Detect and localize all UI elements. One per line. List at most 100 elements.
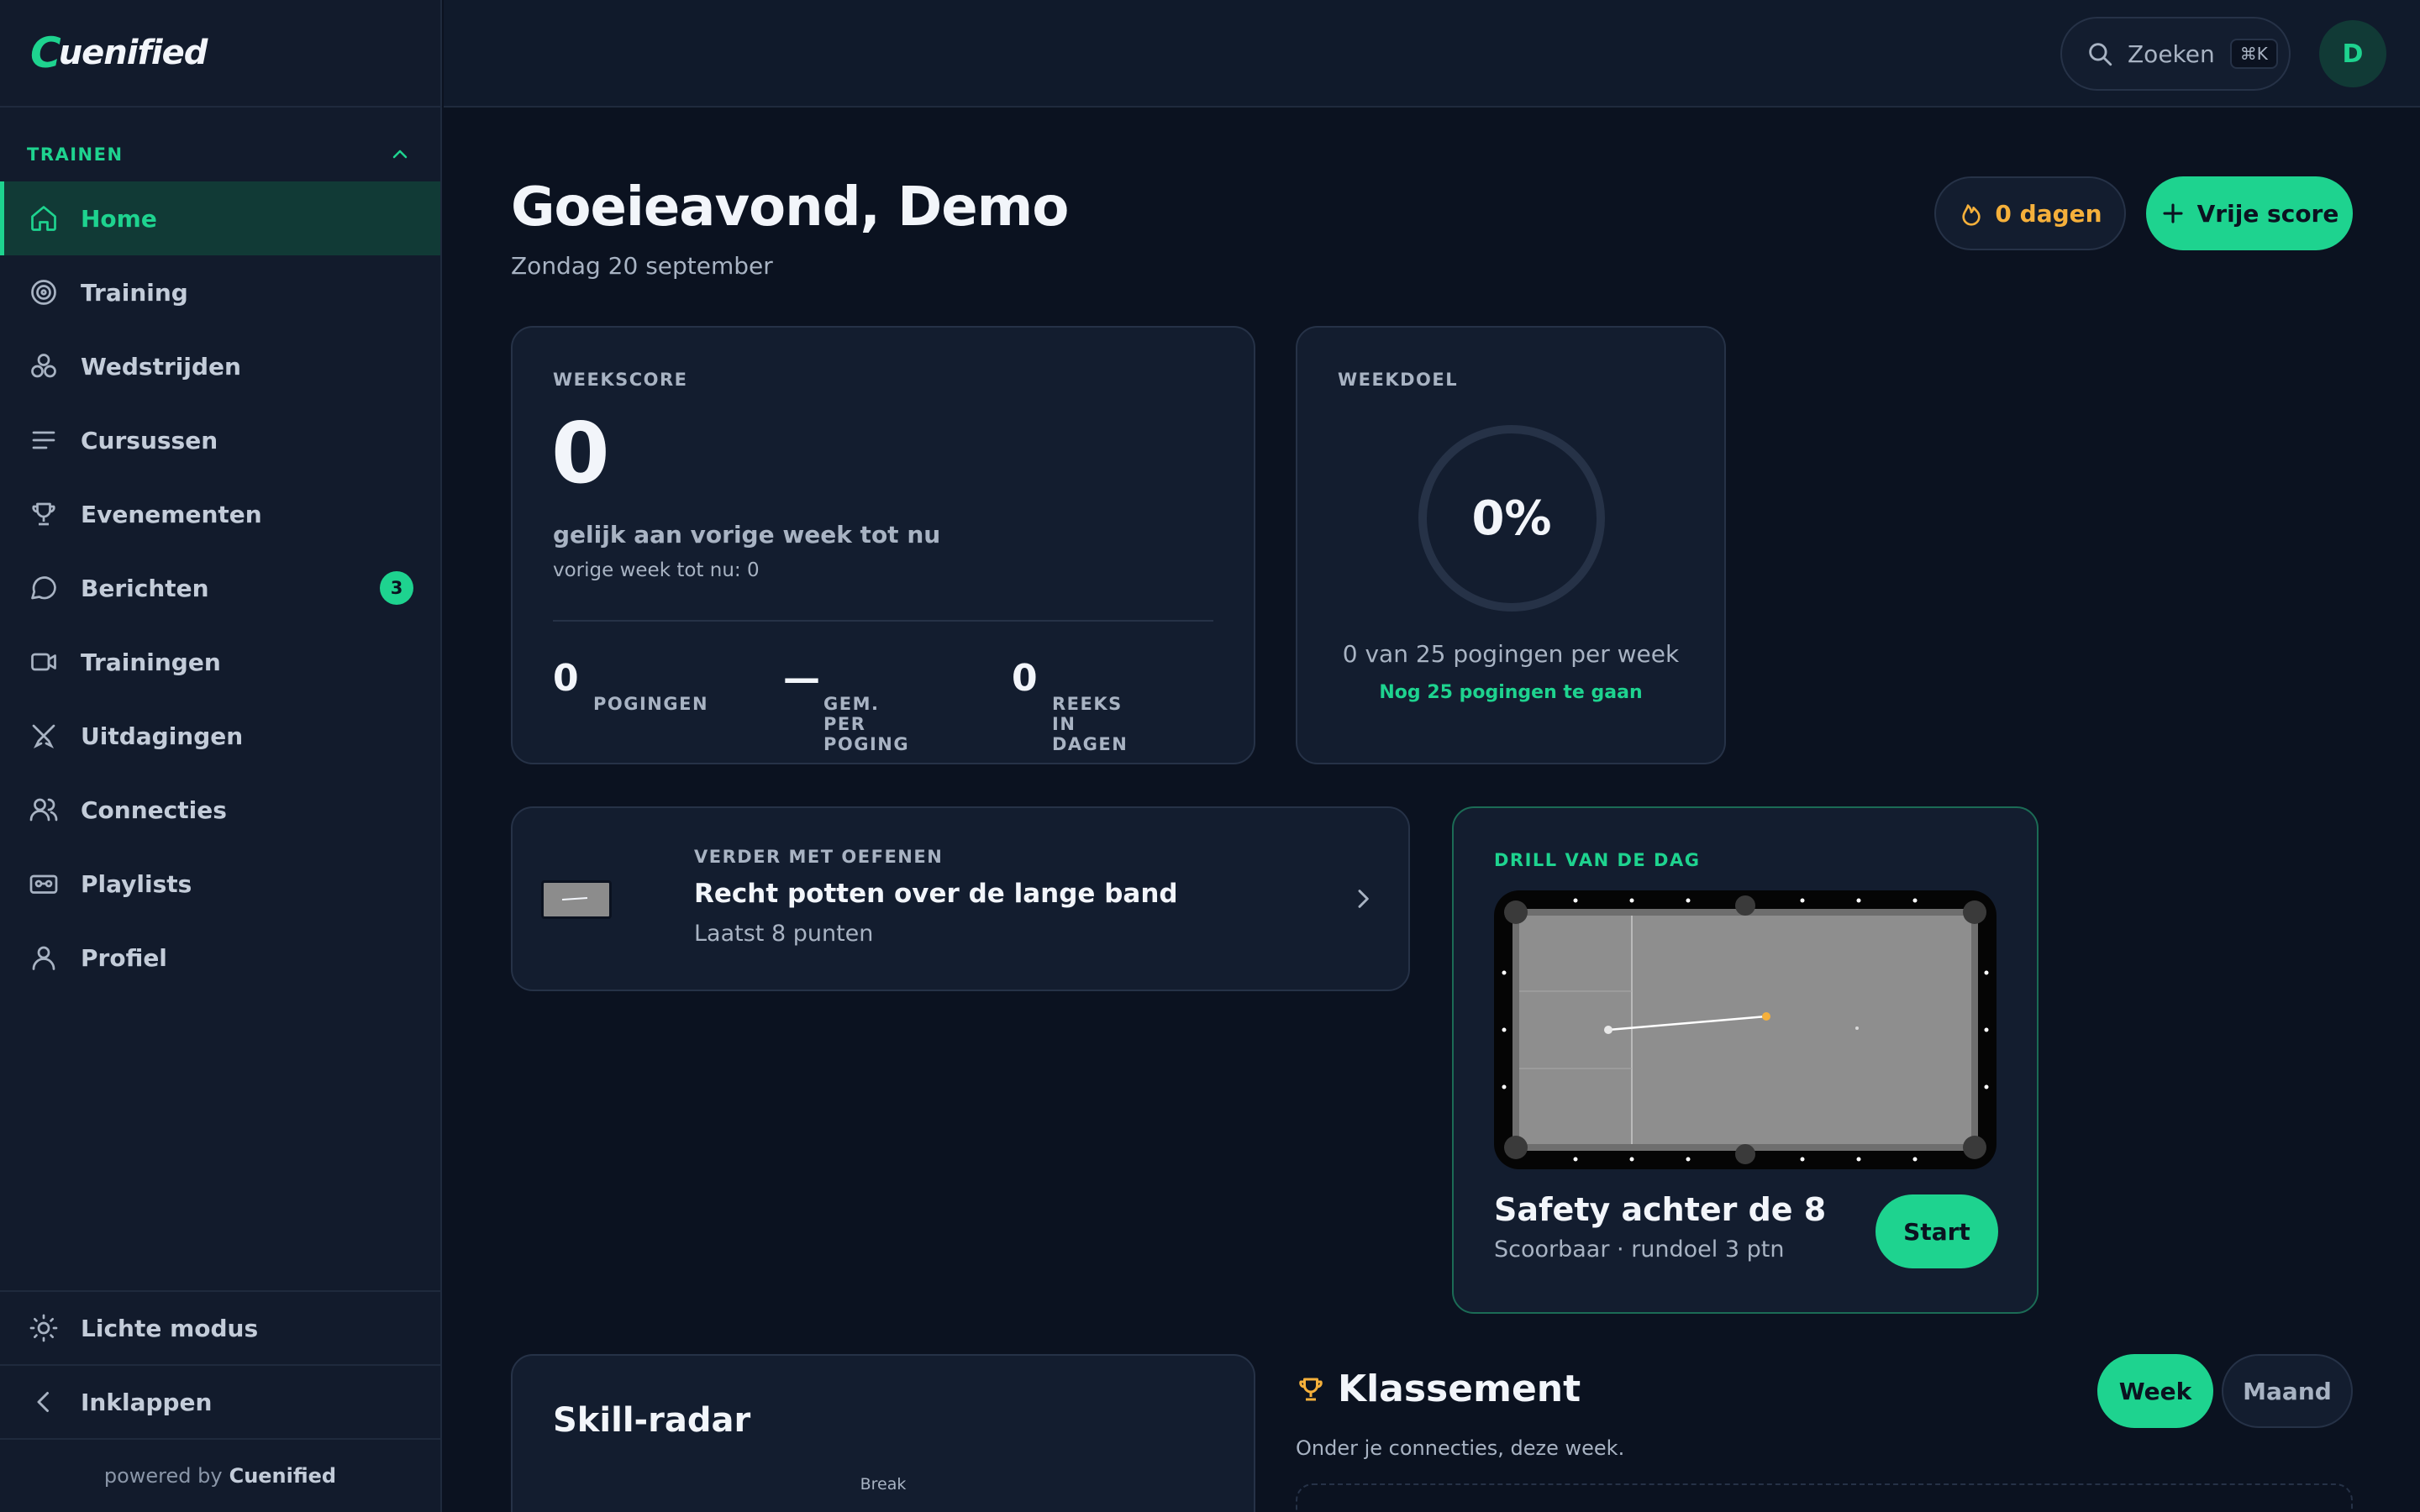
light-mode-toggle[interactable]: Lichte modus (0, 1292, 440, 1366)
avatar[interactable]: D (2319, 20, 2386, 87)
topbar: Zoeken ⌘K D (444, 0, 2420, 108)
tab-month[interactable]: Maand (2222, 1354, 2353, 1428)
stat-value: 0 (1012, 657, 1038, 700)
continue-title: Recht potten over de lange band (694, 879, 1178, 909)
stat-average: GEM. PER POGING — (783, 648, 908, 754)
weekgoal-remaining: Nog 25 pogingen te gaan (1379, 682, 1643, 703)
drill-thumbnail (541, 880, 612, 919)
sidebar-item-profiel[interactable]: Profiel (0, 921, 440, 995)
weekscore-compare: gelijk aan vorige week tot nu (553, 521, 941, 549)
sidebar-nav: Home Training Wedstrijden Cursussen Even… (0, 181, 440, 995)
drill-of-the-day-card: DRILL VAN DE DAG Safety achter de 8 Scoo… (1452, 806, 2039, 1314)
ranking-subtitle: Onder je connecties, deze week. (1296, 1436, 1625, 1460)
drill-subtitle: Scoorbaar · rundoel 3 ptn (1494, 1236, 1785, 1263)
stat-label: REEKS IN DAGEN (1052, 694, 1128, 754)
sidebar-item-berichten[interactable]: Berichten 3 (0, 551, 440, 625)
page-title: Goeieavond, Demo (511, 176, 1069, 239)
stat-value: 0 (553, 657, 579, 700)
pool-table-diagram (1494, 890, 1996, 1169)
continue-label: VERDER MET OEFENEN (694, 847, 944, 867)
drill-label: DRILL VAN DE DAG (1494, 850, 1701, 870)
weekgoal-card: WEEKDOEL 0% 0 van 25 pogingen per week N… (1296, 326, 1726, 764)
search-label: Zoeken (2128, 39, 2215, 68)
user-icon (27, 941, 60, 974)
chevron-right-icon (1358, 890, 1369, 908)
tab-week[interactable]: Week (2097, 1354, 2213, 1428)
target-icon (27, 276, 60, 309)
crossed-swords-icon (27, 719, 60, 753)
skill-radar-card: Skill-radar Break (511, 1354, 1255, 1512)
sidebar-item-uitdagingen[interactable]: Uitdagingen (0, 699, 440, 773)
chat-bubble-icon (27, 571, 60, 605)
sidebar-item-label: Uitdagingen (81, 722, 244, 750)
weekgoal-label: WEEKDOEL (1338, 370, 1459, 390)
powered-brand: Cuenified (229, 1464, 337, 1488)
streak-button[interactable]: 0 dagen (1934, 176, 2126, 250)
free-score-button[interactable]: Vrije score (2146, 176, 2353, 250)
sidebar-item-cursussen[interactable]: Cursussen (0, 403, 440, 477)
weekscore-previous: vorige week tot nu: 0 (553, 559, 760, 581)
streak-label: 0 dagen (1995, 199, 2102, 228)
divider (553, 620, 1213, 622)
free-score-label: Vrije score (2196, 199, 2339, 228)
sidebar-item-label: Training (81, 278, 188, 307)
sidebar-item-label: Trainingen (81, 648, 221, 676)
search-button[interactable]: Zoeken ⌘K (2060, 17, 2291, 91)
stat-label: POGINGEN (593, 694, 709, 714)
video-icon (27, 645, 60, 679)
plus-icon (2163, 203, 2183, 223)
unread-badge: 3 (380, 571, 413, 605)
logo-text: uenified (58, 34, 208, 72)
search-shortcut: ⌘K (2229, 39, 2278, 69)
trophy-icon (27, 497, 60, 531)
sidebar-item-playlists[interactable]: Playlists (0, 847, 440, 921)
sidebar-item-label: Evenementen (81, 500, 262, 528)
collapse-sidebar-button[interactable]: Inklappen (0, 1366, 440, 1440)
stat-attempts: POGINGEN 0 (553, 648, 708, 714)
balls-icon (27, 349, 60, 383)
sidebar-item-label: Profiel (81, 943, 167, 972)
chevron-left-icon (27, 1385, 60, 1419)
cassette-icon (27, 867, 60, 900)
stat-label: GEM. PER POGING (823, 694, 910, 754)
powered-prefix: powered by (103, 1464, 223, 1488)
start-drill-button[interactable]: Start (1876, 1194, 1998, 1268)
sidebar-item-training[interactable]: Training (0, 255, 440, 329)
weekscore-value: 0 (551, 404, 610, 502)
weekscore-label: WEEKSCORE (553, 370, 688, 390)
weekgoal-summary: 0 van 25 pogingen per week (1342, 640, 1680, 668)
sidebar: C uenified TRAINEN Home Training Wedstri… (0, 0, 442, 1512)
list-icon (27, 423, 60, 457)
trophy-icon (1299, 1378, 1323, 1400)
section-label: TRAINEN (27, 144, 124, 165)
weekscore-card: WEEKSCORE 0 gelijk aan vorige week tot n… (511, 326, 1255, 764)
continue-subtitle: Laatst 8 punten (694, 921, 874, 947)
sidebar-item-wedstrijden[interactable]: Wedstrijden (0, 329, 440, 403)
users-icon (27, 793, 60, 827)
ranking-title: Klassement (1338, 1368, 1581, 1410)
sidebar-item-label: Berichten (81, 574, 209, 602)
stat-streak: REEKS IN DAGEN 0 (1012, 648, 1127, 754)
search-icon (2089, 43, 2112, 66)
sidebar-item-connecties[interactable]: Connecties (0, 773, 440, 847)
logo-area: C uenified (0, 0, 440, 108)
page-date: Zondag 20 september (511, 252, 773, 280)
sun-icon (27, 1311, 60, 1345)
radar-axis-label: Break (860, 1475, 907, 1494)
section-header-trainen[interactable]: TRAINEN (27, 144, 410, 165)
powered-by: powered by Cuenified (0, 1440, 440, 1512)
continue-practice-card[interactable]: VERDER MET OEFENEN Recht potten over de … (511, 806, 1410, 991)
collapse-label: Inklappen (81, 1388, 213, 1416)
app-logo[interactable]: C uenified (30, 29, 208, 77)
sidebar-item-evenementen[interactable]: Evenementen (0, 477, 440, 551)
sidebar-item-trainingen[interactable]: Trainingen (0, 625, 440, 699)
logo-initial: C (30, 29, 61, 77)
radar-title: Skill-radar (553, 1401, 751, 1440)
sidebar-item-home[interactable]: Home (0, 181, 440, 255)
drill-title: Safety achter de 8 (1494, 1191, 1827, 1228)
sidebar-item-label: Home (81, 204, 157, 233)
sidebar-item-label: Playlists (81, 869, 192, 898)
sidebar-footer: Lichte modus Inklappen powered by Cuenif… (0, 1290, 440, 1512)
ranking-list (1296, 1483, 2353, 1512)
weekgoal-percent: 0% (1471, 491, 1552, 546)
